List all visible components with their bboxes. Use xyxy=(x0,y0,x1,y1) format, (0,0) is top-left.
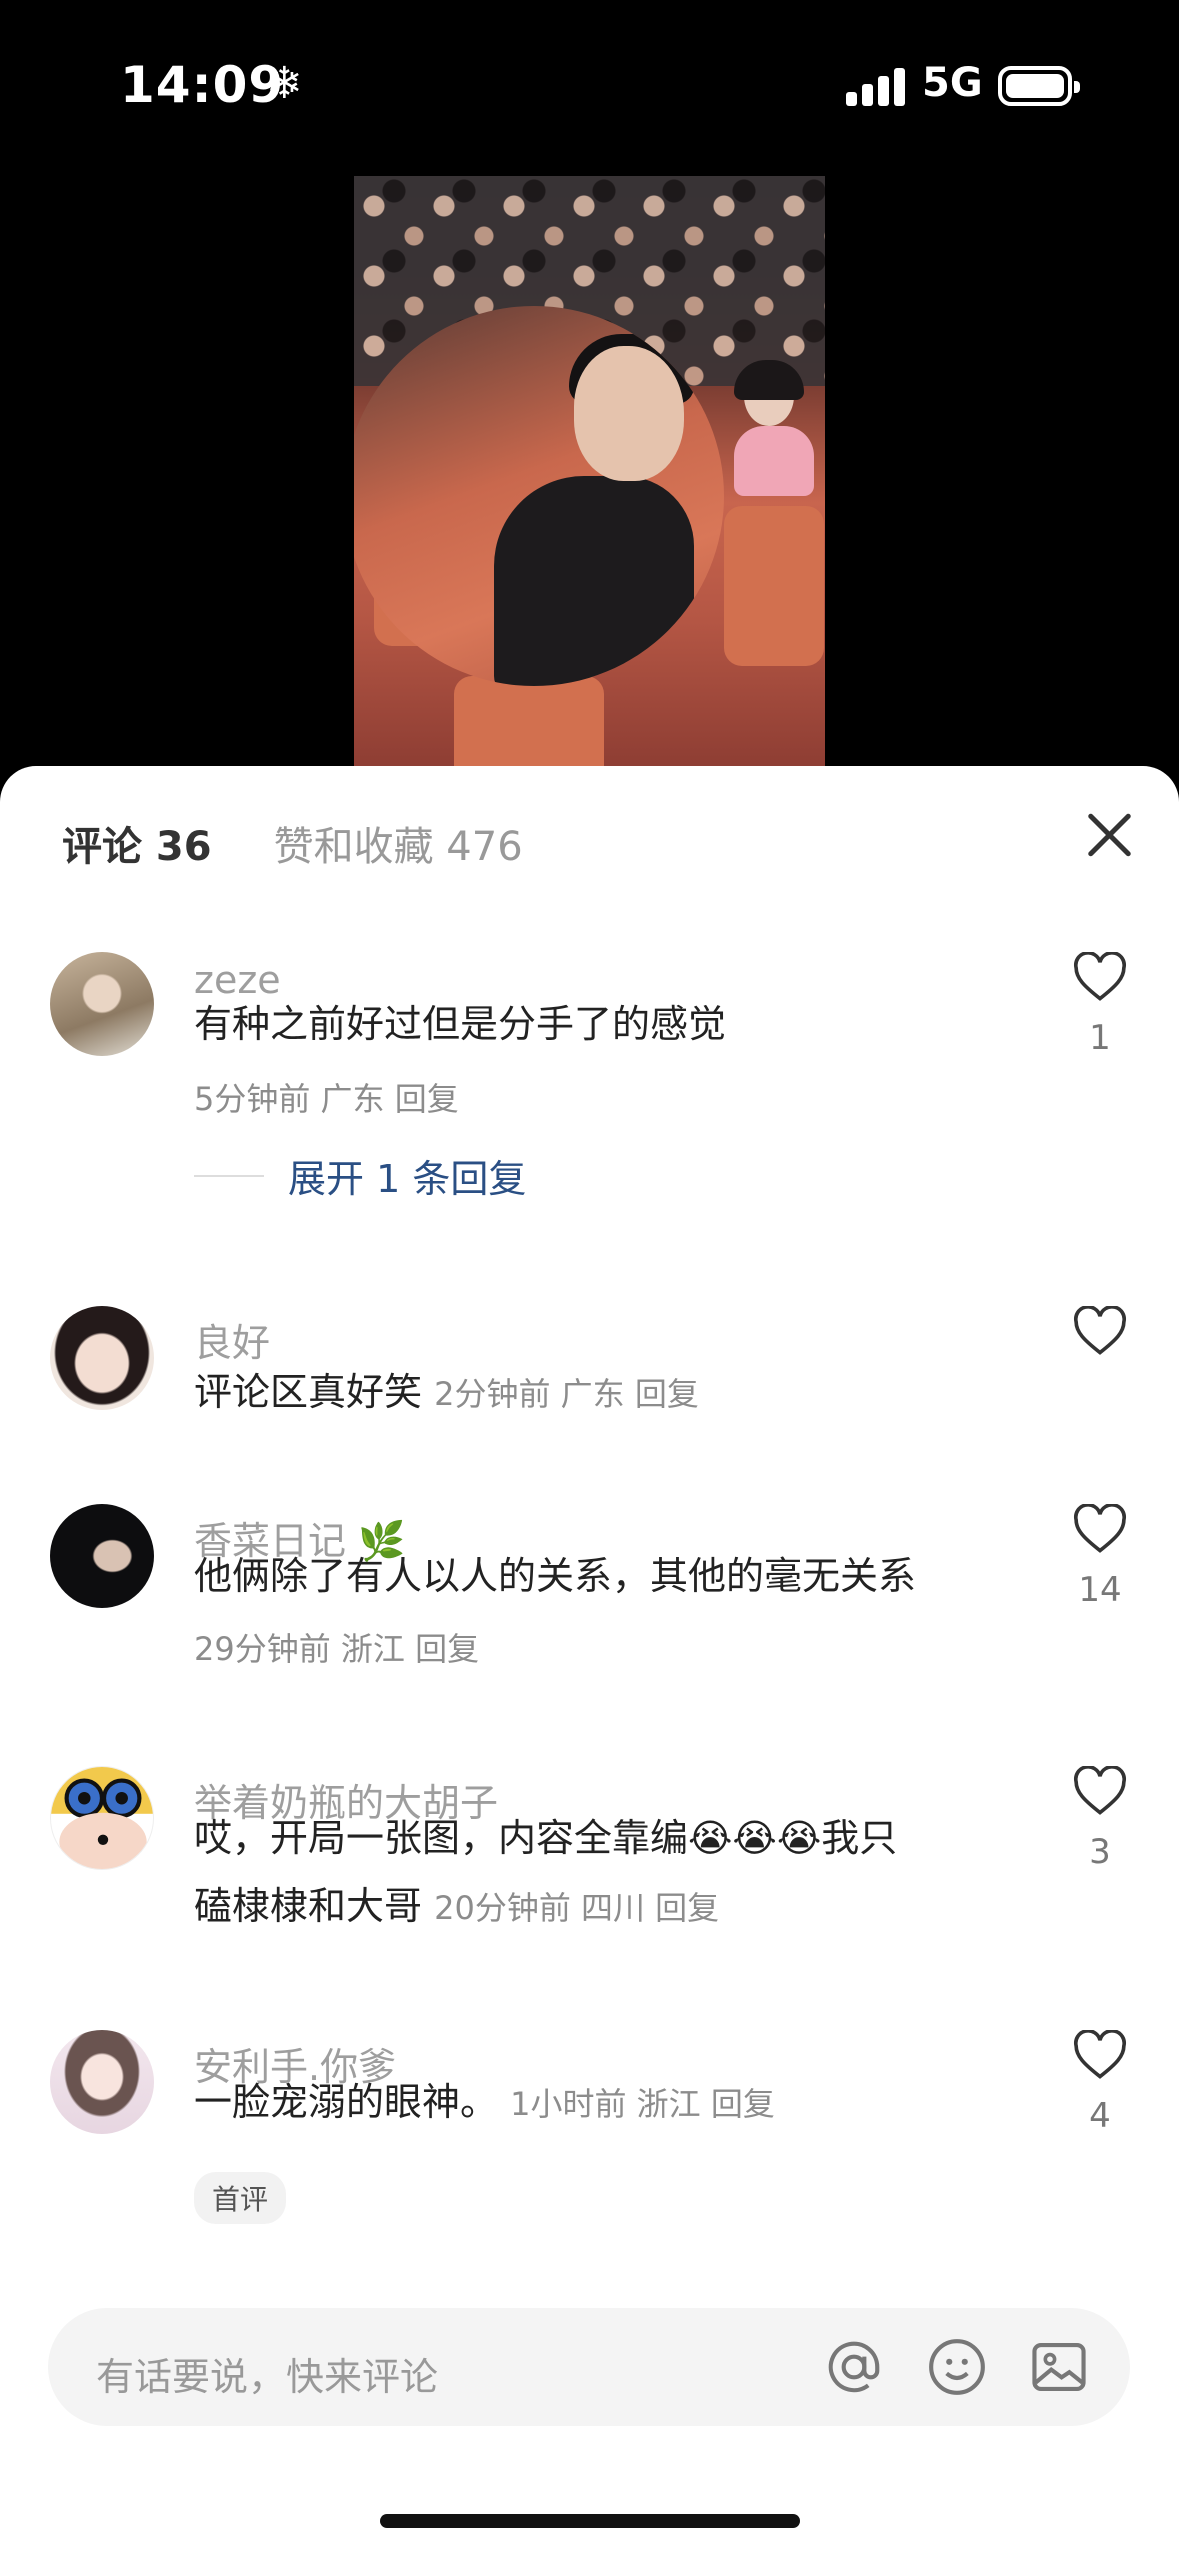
snowflake-icon: ❄ xyxy=(266,58,303,109)
home-indicator[interactable] xyxy=(380,2514,800,2528)
app-root: 14:09 ❄ 5G 评论 36 赞和收藏 476 zeze 有种之前好过但是分… xyxy=(0,0,1179,2556)
video-thumbnail[interactable] xyxy=(354,176,825,770)
heart-icon xyxy=(1073,1502,1127,1553)
heart-icon xyxy=(1073,2028,1127,2079)
expand-replies[interactable]: 展开 1 条回复 xyxy=(194,1148,526,1203)
comment-text: 一脸宠溺的眼神。 xyxy=(194,2080,499,2124)
like-button[interactable]: 1 xyxy=(1068,950,1132,1058)
avatar[interactable] xyxy=(50,952,154,1056)
comment-meta: 29分钟前 浙江 回复 xyxy=(194,1630,480,1668)
comment-input[interactable]: 有话要说，快来评论 xyxy=(48,2308,1130,2426)
like-count: 14 xyxy=(1078,1570,1122,1610)
image-icon[interactable] xyxy=(1028,2336,1090,2398)
like-count: 3 xyxy=(1089,1832,1111,1872)
comment-text: 评论区真好笑 xyxy=(194,1370,423,1414)
like-button[interactable] xyxy=(1068,1304,1132,1360)
comments-sheet: 评论 36 赞和收藏 476 zeze 有种之前好过但是分手了的感觉 5分钟前 … xyxy=(0,766,1179,2556)
signal-icon xyxy=(846,66,906,106)
like-count: 1 xyxy=(1089,1018,1111,1058)
like-button[interactable]: 4 xyxy=(1068,2028,1132,2136)
status-time: 14:09 xyxy=(120,56,285,114)
avatar[interactable] xyxy=(50,1306,154,1410)
comment-meta: 20分钟前 四川 回复 xyxy=(434,1889,720,1927)
comment-meta: 1小时前 浙江 回复 xyxy=(510,2085,775,2123)
battery-icon xyxy=(998,66,1080,106)
comment-text[interactable]: 有种之前好过但是分手了的感觉 xyxy=(194,990,1014,1058)
heart-icon xyxy=(1073,950,1127,1001)
comment-meta: 5分钟前 广东 回复 xyxy=(194,1080,459,1118)
smiley-icon[interactable] xyxy=(926,2336,988,2398)
close-icon[interactable] xyxy=(1085,810,1135,860)
comment-text-line2: 磕棣棣和大哥 xyxy=(194,1884,423,1928)
comment-body[interactable]: 评论区真好笑 2分钟前 广东 回复 xyxy=(194,1358,1014,1428)
avatar[interactable] xyxy=(50,1766,154,1870)
avatar[interactable] xyxy=(50,2030,154,2134)
like-count: 4 xyxy=(1089,2096,1111,2136)
comment-text[interactable]: 哎，开局一张图，内容全靠编😭😭😭我只 磕棣棣和大哥 20分钟前 四川 回复 xyxy=(194,1804,1014,1942)
sheet-tabs: 评论 36 赞和收藏 476 xyxy=(62,814,523,872)
tab-comments[interactable]: 评论 36 xyxy=(62,814,212,872)
at-icon[interactable] xyxy=(823,2336,885,2398)
network-label: 5G xyxy=(922,60,983,106)
heart-icon xyxy=(1073,1764,1127,1815)
comment-meta: 2分钟前 广东 回复 xyxy=(434,1375,699,1413)
first-comment-badge: 首评 xyxy=(194,2172,287,2224)
comment-text-line1: 哎，开局一张图，内容全靠编 xyxy=(194,1816,689,1860)
like-button[interactable]: 14 xyxy=(1068,1502,1132,1610)
like-button[interactable]: 3 xyxy=(1068,1764,1132,1872)
comment-text-line1-tail: 我只 xyxy=(821,1816,898,1860)
comment-input-placeholder: 有话要说，快来评论 xyxy=(96,2355,439,2399)
avatar[interactable] xyxy=(50,1504,154,1608)
comment-text[interactable]: 他俩除了有人以人的关系，其他的毫无关系 xyxy=(194,1542,1014,1610)
tab-likes-favorites[interactable]: 赞和收藏 476 xyxy=(274,814,523,872)
heart-icon xyxy=(1073,1304,1127,1355)
comment-body[interactable]: 一脸宠溺的眼神。 1小时前 浙江 回复 xyxy=(194,2068,1014,2138)
expand-replies-label: 展开 1 条回复 xyxy=(288,1157,527,1201)
crying-emoji-icon: 😭😭😭 xyxy=(688,1816,822,1860)
circle-highlight xyxy=(354,306,724,686)
status-bar: 14:09 ❄ 5G xyxy=(0,0,1179,170)
